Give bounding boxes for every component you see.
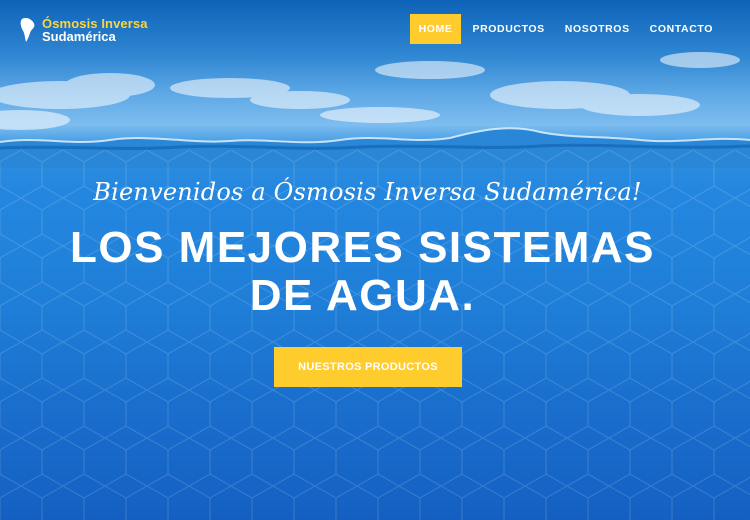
nav-item-productos[interactable]: PRODUCTOS [463,14,553,44]
landing-page: Ósmosis Inversa Sudamérica HOME PRODUCTO… [0,0,750,520]
hero-headline-line1: LOS MEJORES SISTEMAS [70,223,655,272]
brand-logo[interactable]: Ósmosis Inversa Sudamérica [20,15,148,45]
nav-item-contacto[interactable]: CONTACTO [641,14,722,44]
hero-headline: LOS MEJORES SISTEMAS DE AGUA. [0,224,725,320]
nav-item-nosotros[interactable]: NOSOTROS [556,14,639,44]
main-navigation: HOME PRODUCTOS NOSOTROS CONTACTO [408,14,722,44]
south-america-map-icon [20,17,35,42]
hero-headline-line2: DE AGUA. [249,271,476,320]
our-products-button[interactable]: NUESTROS PRODUCTOS [274,347,462,387]
site-header: Ósmosis Inversa Sudamérica HOME PRODUCTO… [0,0,750,60]
nav-item-home[interactable]: HOME [409,14,462,44]
hero-welcome-subtitle: Bienvenidos a Ósmosis Inversa Sudamérica… [93,178,642,206]
brand-name-line2: Sudamérica [42,29,116,44]
